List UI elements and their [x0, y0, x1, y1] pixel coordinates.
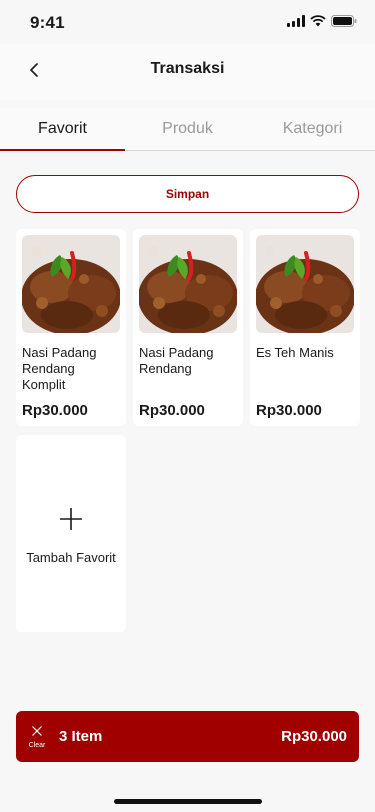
product-image	[22, 235, 120, 333]
signal-icon	[287, 15, 305, 27]
home-indicator	[114, 799, 262, 804]
tab-kategori[interactable]: Kategori	[250, 108, 375, 150]
product-image	[139, 235, 237, 333]
product-name: Nasi Padang Rendang	[139, 345, 214, 376]
save-button[interactable]: Simpan	[16, 175, 359, 213]
product-name: Es Teh Manis	[256, 345, 334, 360]
close-icon	[32, 726, 42, 736]
cart-item-count: 3 Item	[59, 728, 103, 745]
clear-cart-button[interactable]: Clear	[26, 725, 48, 751]
page-title: Transaksi	[150, 60, 225, 77]
clear-label: Clear	[28, 742, 46, 749]
favorite-card[interactable]: Nasi Padang Rendang Komplit Rp30.000	[16, 229, 126, 426]
product-image	[256, 235, 354, 333]
status-icons	[287, 15, 357, 27]
product-price: Rp30.000	[22, 402, 88, 419]
product-price: Rp30.000	[139, 402, 205, 419]
wifi-icon	[310, 15, 326, 27]
battery-icon	[331, 15, 357, 27]
plus-icon	[60, 508, 82, 530]
tab-favorit[interactable]: Favorit	[0, 108, 125, 151]
status-bar: 9:41	[0, 0, 375, 44]
tab-produk[interactable]: Produk	[125, 108, 250, 150]
product-name: Nasi Padang Rendang Komplit	[22, 345, 97, 392]
favorite-card[interactable]: Nasi Padang Rendang Rp30.000	[133, 229, 243, 426]
product-price: Rp30.000	[256, 402, 322, 419]
favorite-card[interactable]: Es Teh Manis Rp30.000	[250, 229, 360, 426]
cart-summary-bar[interactable]: Clear 3 Item Rp30.000	[16, 711, 359, 762]
tab-bar: Favorit Produk Kategori	[0, 108, 375, 151]
add-favorite-label: Tambah Favorit	[26, 550, 116, 565]
add-favorite-card[interactable]: Tambah Favorit	[16, 435, 126, 632]
cart-total: Rp30.000	[281, 728, 347, 745]
app-header: Transaksi	[0, 44, 375, 100]
status-time: 9:41	[30, 13, 65, 32]
